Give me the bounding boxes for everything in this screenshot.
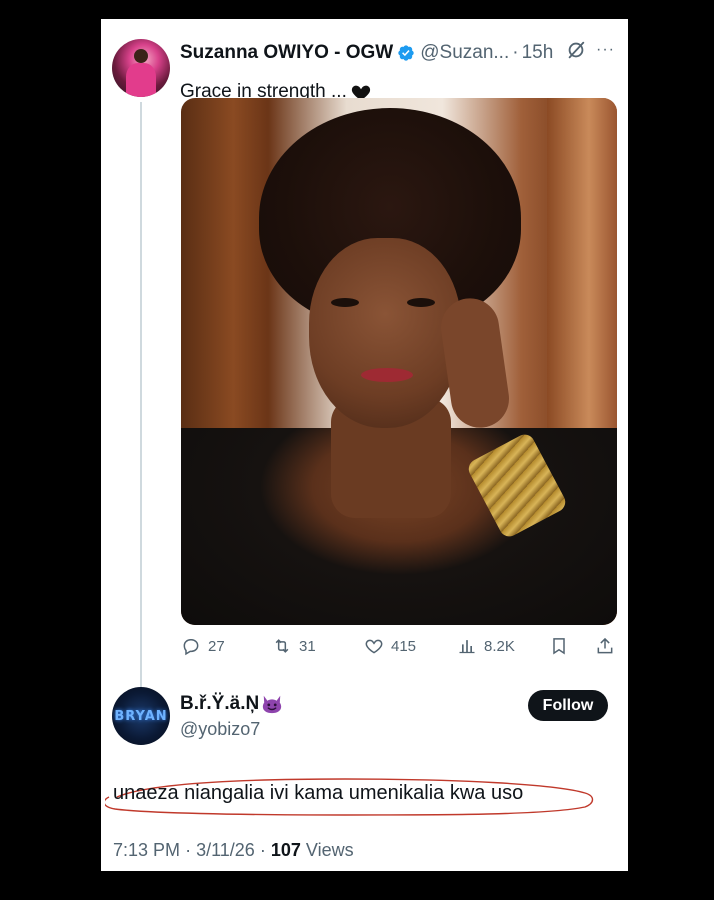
reply-icon <box>183 639 199 656</box>
reply-date[interactable]: 3/11/26 <box>196 840 255 860</box>
author-handle[interactable]: @Suzan... <box>420 42 509 64</box>
tweet-time[interactable]: 15h <box>522 42 554 64</box>
tweet-photo[interactable] <box>181 98 617 625</box>
reply-avatar-text: BRYAN <box>114 708 168 724</box>
reply-time[interactable]: 7:13 PM <box>113 840 180 860</box>
follow-button[interactable]: Follow <box>528 690 608 721</box>
reply-text: unaeza niangalia ivi kama umenikalia kwa… <box>113 782 524 804</box>
reply-action[interactable]: 27 <box>181 633 225 659</box>
tweet-header: Suzanna OWIYO - OGW @Suzan... · 15h <box>180 41 553 65</box>
repost-action[interactable]: 31 <box>272 633 316 659</box>
reply-views-count: 107 <box>270 840 301 860</box>
repost-count: 31 <box>299 637 316 655</box>
meta-separator-2: · <box>259 840 266 860</box>
reply-author-name[interactable]: B.ř.Ÿ.ä.Ņ <box>180 693 259 715</box>
reply-author-handle[interactable]: @yobizo7 <box>180 719 260 740</box>
grok-icon[interactable] <box>565 39 587 61</box>
heart-icon <box>365 639 383 654</box>
bar-chart-icon <box>459 640 475 654</box>
more-options-icon[interactable]: ··· <box>596 41 615 59</box>
separator-dot: · <box>512 42 519 63</box>
like-count: 415 <box>391 637 417 655</box>
author-name[interactable]: Suzanna OWIYO - OGW <box>180 42 393 64</box>
reply-author-name-row: B.ř.Ÿ.ä.Ņ <box>180 693 283 715</box>
meta-separator: · <box>185 840 192 860</box>
views-count: 8.2K <box>484 637 515 655</box>
like-action[interactable]: 415 <box>364 633 416 659</box>
smiling-devil-icon <box>263 695 282 714</box>
reply-meta: 7:13 PM · 3/11/26 · 107 Views <box>113 840 354 861</box>
repost-icon <box>275 639 289 653</box>
reply-count: 27 <box>208 637 225 655</box>
author-avatar[interactable] <box>112 39 170 97</box>
reply-author-avatar[interactable]: BRYAN <box>112 687 170 745</box>
views-action[interactable]: 8.2K <box>457 633 515 659</box>
bookmark-icon[interactable] <box>549 636 569 656</box>
tweet-actions: 27 31 415 8.2K <box>181 633 617 659</box>
verified-badge-icon <box>398 45 414 61</box>
reply-views-label: Views <box>305 840 354 860</box>
thread-line <box>140 102 142 692</box>
screenshot-card: Suzanna OWIYO - OGW @Suzan... · 15h ··· … <box>101 19 628 871</box>
share-icon[interactable] <box>595 636 615 656</box>
